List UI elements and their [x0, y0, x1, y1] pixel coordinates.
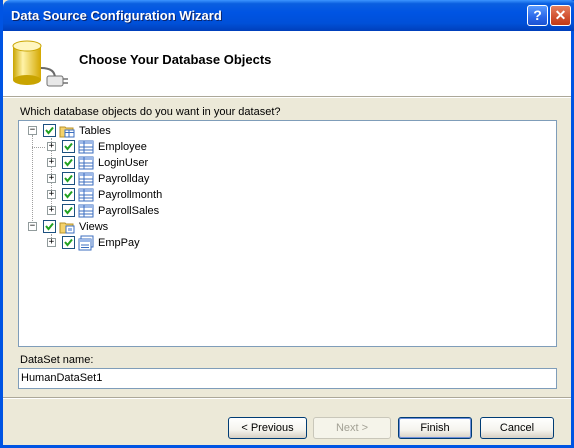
table-icon: [78, 140, 94, 154]
expand-payrollmonth-toggle[interactable]: +: [47, 190, 56, 199]
check-mark-icon: [45, 126, 54, 135]
payrollmonth-checkbox[interactable]: [62, 188, 75, 201]
check-mark-icon: [45, 222, 54, 231]
table-label-payrollmonth: Payrollmonth: [98, 189, 163, 201]
next-button[interactable]: Next >: [313, 417, 391, 439]
check-mark-icon: [64, 190, 73, 199]
tree-node-table[interactable]: + Employee: [19, 139, 539, 155]
tables-label: Tables: [79, 125, 111, 137]
tree-node-views[interactable]: − Views: [19, 219, 539, 235]
table-icon: [78, 188, 94, 202]
check-mark-icon: [64, 158, 73, 167]
tree-connector: [32, 147, 45, 148]
objects-prompt: Which database objects do you want in yo…: [20, 106, 281, 118]
view-label-emppay: EmpPay: [98, 237, 140, 249]
table-icon: [78, 156, 94, 170]
views-checkbox[interactable]: [43, 220, 56, 233]
tree-node-table[interactable]: + LoginUser: [19, 155, 539, 171]
expand-payrollday-toggle[interactable]: +: [47, 174, 56, 183]
views-label: Views: [79, 221, 109, 233]
tree-node-table[interactable]: + PayrollSales: [19, 203, 539, 219]
loginuser-checkbox[interactable]: [62, 156, 75, 169]
cancel-button[interactable]: Cancel: [480, 417, 554, 439]
table-label-payrollsales: PayrollSales: [98, 205, 160, 217]
table-icon: [78, 172, 94, 186]
tree-node-tables[interactable]: − Tables: [19, 123, 539, 139]
table-label-employee: Employee: [98, 141, 147, 153]
window-title: Data Source Configuration Wizard: [11, 8, 222, 23]
tables-checkbox[interactable]: [43, 124, 56, 137]
views-folder-icon: [59, 222, 75, 234]
check-mark-icon: [64, 206, 73, 215]
table-label-loginuser: LoginUser: [98, 157, 149, 169]
expand-employee-toggle[interactable]: +: [47, 142, 56, 151]
payrollsales-checkbox[interactable]: [62, 204, 75, 217]
table-label-payrollday: Payrollday: [98, 173, 150, 185]
database-objects-tree[interactable]: − Tables + Employee + LoginUser + Payrol…: [18, 120, 557, 347]
check-mark-icon: [64, 174, 73, 183]
check-mark-icon: [64, 238, 73, 247]
emppay-checkbox[interactable]: [62, 236, 75, 249]
dataset-name-label: DataSet name:: [20, 354, 94, 366]
tree-node-table[interactable]: + Payrollday: [19, 171, 539, 187]
tables-folder-icon: [59, 126, 75, 138]
view-icon: [78, 235, 94, 251]
title-bar[interactable]: Data Source Configuration Wizard ? ✕: [3, 0, 574, 31]
dataset-name-input[interactable]: HumanDataSet1: [18, 368, 557, 389]
tree-node-view[interactable]: + EmpPay: [19, 235, 539, 251]
expand-loginuser-toggle[interactable]: +: [47, 158, 56, 167]
close-button[interactable]: ✕: [550, 5, 571, 26]
finish-button[interactable]: Finish: [398, 417, 472, 439]
check-mark-icon: [64, 142, 73, 151]
database-plug-icon: [12, 40, 68, 87]
expand-emppay-toggle[interactable]: +: [47, 238, 56, 247]
footer-divider: [3, 397, 571, 399]
previous-button[interactable]: < Previous: [228, 417, 307, 439]
collapse-views-toggle[interactable]: −: [28, 222, 37, 231]
expand-payrollsales-toggle[interactable]: +: [47, 206, 56, 215]
page-title: Choose Your Database Objects: [79, 52, 272, 67]
help-button[interactable]: ?: [527, 5, 548, 26]
employee-checkbox[interactable]: [62, 140, 75, 153]
payrollday-checkbox[interactable]: [62, 172, 75, 185]
tree-node-table[interactable]: + Payrollmonth: [19, 187, 539, 203]
header-divider: [3, 96, 571, 98]
table-icon: [78, 204, 94, 218]
collapse-tables-toggle[interactable]: −: [28, 126, 37, 135]
wizard-header: Choose Your Database Objects: [3, 31, 571, 96]
